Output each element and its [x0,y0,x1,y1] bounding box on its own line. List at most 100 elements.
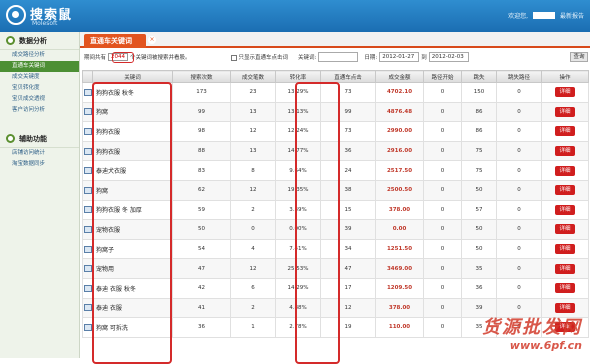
tools-icon [6,134,15,143]
latest-report-link[interactable]: 最新报告 [560,11,584,20]
cell-kw[interactable]: 狗狗衣服 冬 加厚 [92,199,173,221]
cell-amount: 110.00 [375,317,424,338]
main-panel: 直通车关键词 × 期间共有 2044 个关键词被搜索并看股。 只显示直通车点击词… [80,32,590,364]
cell-kw[interactable]: 狗窝子 [92,238,173,260]
detail-button[interactable]: 详细 [555,302,575,313]
row-icon-cell [82,277,93,299]
detail-button[interactable]: 详细 [555,244,575,255]
keyword-table-wrap: 关键词 搜索次数 成交笔数 转化率 直通车点击 成交金额 路径开始 跳失 跳失路径 操作 狗狗衣服… [82,70,589,364]
row-document-icon[interactable] [83,147,92,155]
row-document-icon[interactable] [83,265,92,273]
sidebar-item[interactable]: 宝贝成交透视 [0,94,79,105]
cell-amount: 0.00 [375,219,424,240]
column-header[interactable]: 搜索次数 [172,70,231,83]
cell-kw[interactable]: 狗窝 可拆洗 [92,317,173,338]
row-document-icon[interactable] [83,245,92,253]
cell-rate: 13.13% [275,101,321,123]
detail-button[interactable]: 详细 [555,165,575,176]
row-document-icon[interactable] [83,167,92,175]
detail-button[interactable]: 详细 [555,224,575,235]
sidebar-item[interactable]: 宝贝转化度 [0,83,79,94]
cell-search: 83 [172,160,231,181]
keyword-count: 2044 [108,53,129,61]
row-document-icon[interactable] [83,186,92,194]
cell-bpath: 0 [496,258,542,279]
cell-search: 98 [172,121,231,142]
cell-rate: 25.53% [275,258,321,279]
cell-bounce: 57 [461,199,497,221]
cell-bounce: 35 [461,258,497,279]
row-document-icon[interactable] [83,225,92,233]
ztc-only-checkbox[interactable] [230,54,237,61]
cell-bounce: 36 [461,277,497,299]
sidebar-item[interactable]: 客户访问分析 [0,105,79,116]
cell-kw[interactable]: 狗狗衣服 秋冬 [92,82,173,103]
sidebar-item[interactable]: 淘宝数据同步 [0,159,79,170]
column-header [82,70,93,83]
date-to-label: 到 [421,55,427,61]
cell-rate: 14.77% [275,140,321,162]
watermark-url: www.6pf.cn [509,339,582,352]
date-to-input[interactable]: 2012-02-03 [428,52,469,62]
query-button[interactable]: 查询 [570,52,588,62]
tab-ztc-keywords[interactable]: 直通车关键词 [84,34,146,48]
cell-ztc: 99 [320,101,376,123]
sidebar-section-tools[interactable]: 辅助功能 [0,130,79,148]
cell-bounce: 86 [461,101,497,123]
row-document-icon[interactable] [83,323,92,331]
sidebar-item[interactable]: 店铺访问统计 [0,148,79,159]
row-icon-cell [82,258,93,279]
cell-kw[interactable]: 泰迪 衣服 [92,297,173,319]
cell-kw[interactable]: 狗狗衣服 [92,140,173,162]
app-logo[interactable]: 搜索鼠 Molesoft [6,4,76,28]
cell-kw[interactable]: 泰迪犬衣服 [92,160,173,181]
sidebar-item[interactable]: 成交关键度 [0,72,79,83]
cell-rate: 3.39% [275,199,321,221]
row-document-icon[interactable] [83,88,92,96]
row-document-icon[interactable] [83,108,92,116]
detail-button[interactable]: 详细 [555,126,575,137]
cell-kw[interactable]: 宠物衣服 [92,219,173,240]
row-icon-cell [82,160,93,181]
cell-kw[interactable]: 宠物用 [92,258,173,279]
cell-deals: 6 [230,277,276,299]
detail-button[interactable]: 详细 [555,204,575,215]
column-header: 路径开始 [423,70,462,83]
cell-bpath: 0 [496,277,542,299]
cell-ztc: 73 [320,82,376,103]
analysis-icon [6,36,15,45]
cell-kw[interactable]: 狗窝 [92,101,173,123]
row-icon-cell [82,238,93,260]
detail-button[interactable]: 详细 [555,263,575,274]
sidebar-section-data-analysis[interactable]: 数据分析 [0,32,79,50]
row-document-icon[interactable] [83,284,92,292]
detail-button[interactable]: 详细 [555,185,575,196]
column-header: 关键词 [92,70,173,83]
date-from-input[interactable]: 2012-01-27 [379,52,420,62]
cell-bounce: 50 [461,219,497,240]
detail-button[interactable]: 详细 [555,87,575,98]
table-row: 狗窝 62 12 19.35% 38 2500.50 0 50 0 详细 [82,179,589,201]
cell-rate: 14.29% [275,277,321,299]
cell-start: 0 [423,160,462,181]
row-document-icon[interactable] [83,206,92,214]
cell-rate: 0.00% [275,219,321,240]
cell-amount: 378.00 [375,297,424,319]
cell-kw[interactable]: 狗狗衣服 [92,121,173,142]
cell-start: 0 [423,140,462,162]
ztc-filter[interactable]: 只显示直通车点击词 [230,53,288,61]
sidebar-section-label: 数据分析 [19,36,47,45]
sidebar-item[interactable]: 直通车关键词 [0,61,79,72]
detail-button[interactable]: 详细 [555,146,575,157]
cell-ztc: 39 [320,219,376,240]
keyword-input[interactable] [318,52,359,62]
cell-kw[interactable]: 泰迪 衣服 秋冬 [92,277,173,299]
cell-kw[interactable]: 狗窝 [92,179,173,201]
detail-button[interactable]: 详细 [555,106,575,117]
detail-button[interactable]: 详细 [555,283,575,294]
tab-close-icon[interactable]: × [148,36,156,44]
sidebar-item[interactable]: 成交路径分析 [0,50,79,61]
row-document-icon[interactable] [83,304,92,312]
column-header: 转化率 [275,70,321,83]
row-document-icon[interactable] [83,127,92,135]
